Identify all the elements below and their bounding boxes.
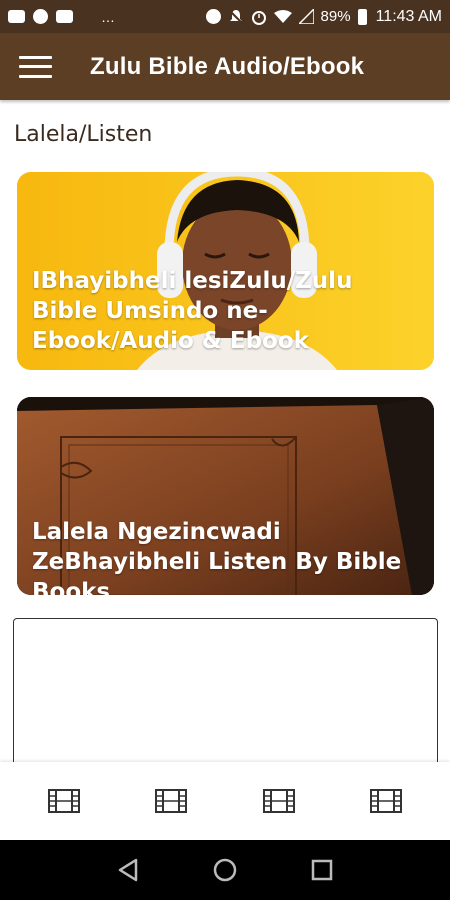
- section-title: Lalela/Listen: [14, 122, 153, 147]
- mail-notification-icon: [56, 10, 73, 23]
- recents-button[interactable]: [307, 855, 337, 885]
- more-notifications-indicator: …: [101, 8, 116, 25]
- nav-item-1[interactable]: [44, 781, 84, 821]
- home-button[interactable]: [210, 855, 240, 885]
- film-icon: [370, 789, 403, 813]
- system-navigation-bar: [0, 840, 450, 900]
- youtube-notification-icon: [8, 10, 25, 23]
- film-icon: [262, 789, 295, 813]
- film-icon: [155, 789, 188, 813]
- card-title: Lalela Ngezincwadi ZeBhayibheli Listen B…: [32, 519, 402, 595]
- card-zulu-bible-audio-ebook[interactable]: IBhayibheli lesiZulu/Zulu Bible Umsindo …: [17, 172, 434, 370]
- back-button[interactable]: [113, 855, 143, 885]
- status-bar: … 89% 11:43 AM: [0, 0, 450, 33]
- app-bar: Zulu Bible Audio/Ebook: [0, 33, 450, 100]
- nav-item-2[interactable]: [151, 781, 191, 821]
- status-bar-right: 89% 11:43 AM: [205, 7, 442, 26]
- nav-item-4[interactable]: [366, 781, 406, 821]
- card-title: IBhayibheli lesiZulu/Zulu Bible Umsindo …: [32, 268, 353, 354]
- back-triangle-icon: [119, 858, 138, 882]
- signal-icon: [298, 9, 314, 24]
- card-listen-by-bible-books[interactable]: Lalela Ngezincwadi ZeBhayibheli Listen B…: [17, 397, 434, 595]
- hamburger-icon[interactable]: [19, 55, 52, 78]
- home-circle-icon: [213, 858, 237, 882]
- bell-off-icon: [228, 9, 243, 24]
- do-not-disturb-icon: [205, 9, 221, 24]
- bottom-navigation: [0, 762, 450, 840]
- alarm-icon: [251, 10, 266, 25]
- clock: 11:43 AM: [375, 7, 442, 25]
- recents-square-icon: [311, 859, 332, 881]
- nav-item-3[interactable]: [259, 781, 299, 821]
- app-title: Zulu Bible Audio/Ebook: [90, 52, 365, 80]
- film-icon: [47, 789, 80, 813]
- empty-card: [13, 618, 438, 778]
- wifi-icon: [273, 9, 292, 23]
- status-bar-left: …: [8, 9, 116, 25]
- sync-notification-icon: [33, 9, 48, 24]
- battery-percent: 89%: [320, 8, 351, 25]
- battery-icon: [357, 8, 367, 25]
